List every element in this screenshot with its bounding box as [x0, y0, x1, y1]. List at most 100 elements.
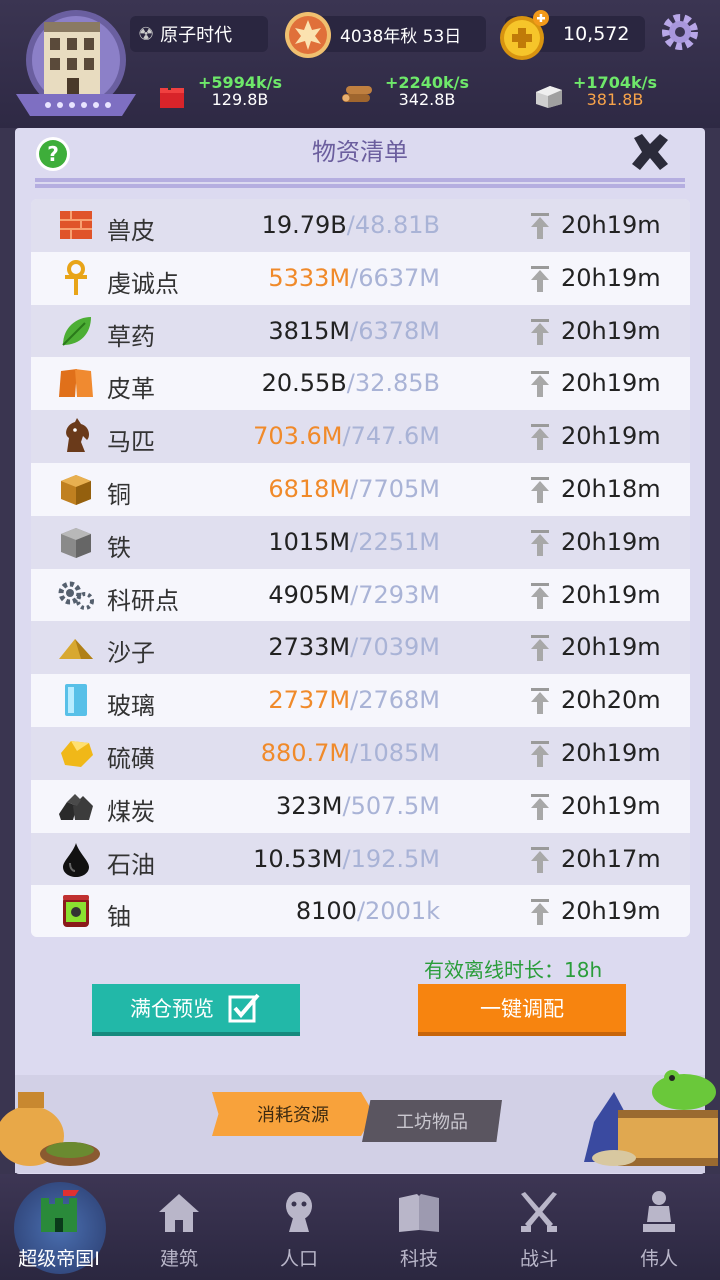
- upgrade-arrow-icon[interactable]: [529, 845, 551, 875]
- time-to-full: 20h20m: [561, 686, 661, 715]
- resource-amount: 8100/2001k: [296, 897, 440, 925]
- autumn-leaf-medal-icon: [285, 12, 331, 58]
- upgrade-arrow-icon[interactable]: [529, 422, 551, 452]
- resource-name: 虔诚点: [107, 269, 179, 298]
- current-amount: 703.6M: [253, 422, 343, 451]
- capacity-amount: /747.6M: [342, 422, 441, 451]
- tab-consumables[interactable]: 消耗资源: [212, 1092, 374, 1136]
- era-indicator[interactable]: ☢ 原子时代: [130, 16, 268, 52]
- upgrade-arrow-icon[interactable]: [529, 633, 551, 663]
- herb-leaf-icon: [62, 316, 91, 346]
- nav-swords[interactable]: 战斗: [484, 1188, 594, 1278]
- capacity-amount: /7293M: [350, 580, 440, 609]
- auto-assign-label: 一键调配: [480, 997, 564, 1021]
- resource-row[interactable]: 科研点 4905M/7293M 20h19m: [31, 568, 690, 622]
- time-to-full: 20h19m: [561, 263, 661, 292]
- current-amount: 323M: [275, 791, 343, 820]
- capacity-amount: /7705M: [350, 474, 440, 503]
- resource-row[interactable]: 马匹 703.6M/747.6M 20h19m: [31, 410, 690, 463]
- time-to-full: 20h19m: [561, 633, 661, 662]
- resource-rate-1: +5994k/s 129.8B: [170, 74, 310, 108]
- nav-castle[interactable]: 超级帝国I: [4, 1188, 114, 1278]
- gold-amount: 10,572: [563, 23, 630, 45]
- rate-value: +1704k/s: [573, 73, 657, 92]
- resource-amount: 20.55B/32.85B: [262, 369, 440, 397]
- resource-row[interactable]: 铁 1015M/2251M 20h19m: [31, 515, 690, 569]
- resource-name: 科研点: [107, 586, 179, 615]
- upgrade-arrow-icon[interactable]: [529, 475, 551, 505]
- upgrade-arrow-icon[interactable]: [529, 686, 551, 716]
- time-to-full: 20h19m: [561, 316, 661, 345]
- tab-workshop-items[interactable]: 工坊物品: [362, 1100, 502, 1142]
- upgrade-arrow-icon[interactable]: [529, 317, 551, 347]
- brick-icon: [60, 211, 92, 239]
- upgrade-arrow-icon[interactable]: [529, 792, 551, 822]
- upgrade-arrow-icon[interactable]: [529, 211, 551, 241]
- nav-label: 人口: [279, 1248, 318, 1270]
- resource-row[interactable]: 沙子 2733M/7039M 20h19m: [31, 621, 690, 675]
- time-to-full: 20h19m: [561, 422, 661, 451]
- castle-icon: [41, 1190, 79, 1232]
- resource-row[interactable]: 铜 6818M/7705M 20h18m: [31, 462, 690, 516]
- resource-row[interactable]: 草药 3815M/6378M 20h19m: [31, 304, 690, 358]
- time-to-full: 20h17m: [561, 844, 661, 873]
- resource-name: 兽皮: [107, 217, 155, 245]
- capacity-amount: /6637M: [350, 263, 440, 292]
- current-amount: 6818M: [268, 474, 351, 503]
- radiation-icon: ☢: [138, 23, 155, 45]
- auto-assign-button[interactable]: 一键调配: [418, 984, 626, 1036]
- upgrade-arrow-icon[interactable]: [529, 581, 551, 611]
- checkbox-checked-icon[interactable]: [228, 993, 262, 1023]
- resource-row[interactable]: 煤炭 323M/507.5M 20h19m: [31, 779, 690, 833]
- horse-icon: [66, 418, 89, 453]
- resource-amount: 19.79B/48.81B: [262, 211, 440, 239]
- resource-row[interactable]: 石油 10.53M/192.5M 20h17m: [31, 832, 690, 886]
- settings-gear-icon[interactable]: [660, 12, 700, 52]
- resource-name: 玻璃: [107, 692, 155, 721]
- city-building-icon[interactable]: [12, 8, 142, 120]
- resource-amount: 3815M/6378M: [268, 317, 440, 345]
- capacity-amount: /32.85B: [346, 369, 440, 398]
- book-icon: [399, 1194, 439, 1232]
- resource-name: 铁: [107, 533, 131, 562]
- current-amount: 4905M: [268, 580, 351, 609]
- close-icon[interactable]: [628, 130, 672, 174]
- upgrade-arrow-icon[interactable]: [529, 528, 551, 558]
- resource-name: 硫磺: [107, 744, 155, 773]
- resource-row[interactable]: 虔诚点 5333M/6637M 20h19m: [31, 251, 690, 305]
- resource-row[interactable]: 兽皮 19.79B/48.81B 20h19m: [31, 199, 690, 252]
- nav-label: 战斗: [519, 1248, 558, 1270]
- nav-book[interactable]: 科技: [364, 1188, 474, 1278]
- time-to-full: 20h19m: [561, 369, 661, 398]
- rate-value: +2240k/s: [385, 73, 469, 92]
- resource-amount: 6818M/7705M: [268, 475, 440, 503]
- resource-row[interactable]: 铀 8100/2001k 20h19m: [31, 885, 690, 937]
- resource-name: 皮革: [107, 375, 155, 404]
- nav-house[interactable]: 建筑: [124, 1188, 234, 1278]
- resource-name: 马匹: [107, 428, 155, 457]
- current-amount: 8100: [295, 897, 357, 926]
- time-to-full: 20h18m: [561, 474, 661, 503]
- resource-rate-3: +1704k/s 381.8B: [545, 74, 685, 108]
- sulfur-icon: [61, 740, 93, 767]
- nav-label: 科技: [399, 1248, 438, 1270]
- total-value: 129.8B: [211, 90, 269, 109]
- current-amount: 3815M: [268, 316, 351, 345]
- capacity-amount: /1085M: [350, 738, 440, 767]
- house-icon: [159, 1194, 199, 1232]
- resource-row[interactable]: 皮革 20.55B/32.85B 20h19m: [31, 357, 690, 411]
- full-preview-label: 满仓预览: [130, 997, 214, 1021]
- upgrade-arrow-icon[interactable]: [529, 264, 551, 294]
- frog-on-crate-decoration-icon: [584, 1070, 718, 1166]
- upgrade-arrow-icon[interactable]: [529, 739, 551, 769]
- leather-icon: [59, 369, 93, 398]
- resource-row[interactable]: 玻璃 2737M/2768M 20h20m: [31, 674, 690, 727]
- resource-amount: 5333M/6637M: [268, 264, 440, 292]
- upgrade-arrow-icon[interactable]: [529, 369, 551, 399]
- upgrade-arrow-icon[interactable]: [529, 897, 551, 927]
- resource-row[interactable]: 硫磺 880.7M/1085M 20h19m: [31, 726, 690, 780]
- full-storage-preview-button[interactable]: 满仓预览: [92, 984, 300, 1036]
- nav-person[interactable]: 人口: [244, 1188, 354, 1278]
- nav-statue[interactable]: 伟人: [604, 1188, 714, 1278]
- gold-coin-add-icon[interactable]: [497, 8, 551, 62]
